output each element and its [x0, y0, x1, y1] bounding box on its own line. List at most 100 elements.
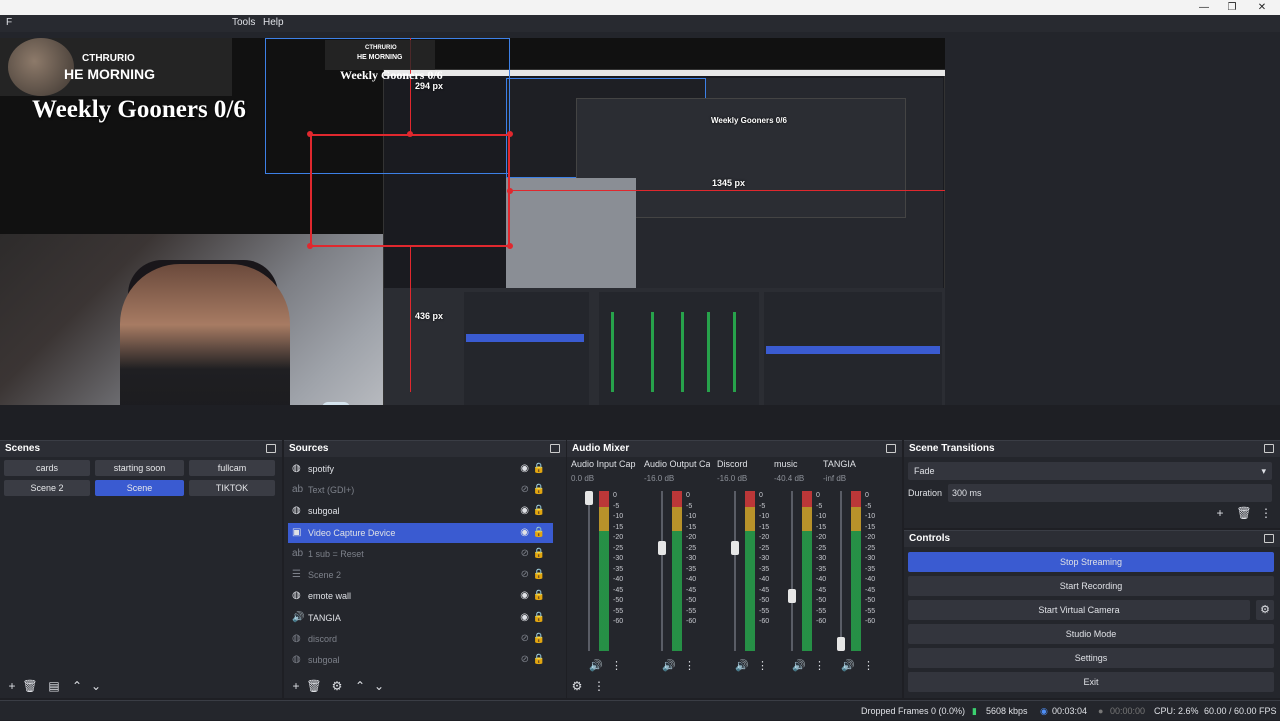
stop-streaming-button[interactable]: Stop Streaming	[908, 552, 1274, 572]
eye-hidden-icon[interactable]: ⊘	[521, 629, 529, 649]
eye-icon[interactable]: ◉	[520, 501, 529, 521]
mute-speaker-icon[interactable]: 🔊	[589, 659, 603, 672]
lock-icon[interactable]: 🔒	[533, 565, 545, 585]
settings-button[interactable]: Settings	[908, 648, 1274, 668]
nested-overlay-name: CTHRURIO	[365, 45, 397, 51]
source-1-sub-reset[interactable]: ab 1 sub = Reset ⊘ 🔒	[288, 544, 553, 564]
move-down-button[interactable]: ⌄	[371, 679, 387, 693]
mixer-menu-icon[interactable]: ⋮	[591, 679, 607, 693]
eye-hidden-icon[interactable]: ⊘	[521, 544, 529, 564]
remove-transition-button[interactable]: 🗑	[1236, 506, 1252, 520]
close-icon[interactable]: ✕	[1248, 0, 1276, 15]
preview-canvas[interactable]: Weekly Gooners 0/6 294 px 1345 px 436 px…	[0, 38, 945, 405]
menu-help[interactable]: Help	[263, 17, 284, 28]
undock-icon[interactable]	[1264, 444, 1274, 453]
volume-fader-knob[interactable]	[658, 540, 666, 555]
lock-icon[interactable]: 🔒	[533, 501, 545, 521]
volume-fader-knob[interactable]	[731, 540, 739, 555]
source-video-capture-device[interactable]: ▣ Video Capture Device ◉ 🔒	[288, 523, 553, 543]
volume-fader-knob[interactable]	[837, 637, 845, 651]
source-tangia[interactable]: 🔊 TANGIA ◉ 🔒	[288, 608, 553, 628]
scene-tiktok[interactable]: TIKTOK	[189, 480, 275, 496]
move-up-button[interactable]: ⌃	[69, 679, 85, 693]
volume-fader-track[interactable]	[840, 491, 842, 651]
add-source-button[interactable]: +	[288, 679, 304, 693]
mute-speaker-icon[interactable]: 🔊	[662, 659, 676, 672]
add-transition-button[interactable]: +	[1212, 506, 1228, 520]
resize-handle[interactable]	[507, 131, 513, 137]
undock-icon[interactable]	[1264, 534, 1274, 543]
source-subgoal[interactable]: ◍ subgoal ◉ 🔒	[288, 501, 553, 521]
duration-input[interactable]: 300 ms	[948, 484, 1272, 502]
volume-fader-knob[interactable]	[788, 588, 796, 603]
lock-icon[interactable]: 🔒	[533, 586, 545, 606]
eye-hidden-icon[interactable]: ⊘	[521, 565, 529, 585]
menu-tools[interactable]: Tools	[232, 17, 255, 28]
eye-icon[interactable]: ◉	[520, 608, 529, 628]
source-spotify[interactable]: ◍ spotify ◉ 🔒	[288, 459, 553, 479]
channel-menu-icon[interactable]: ⋮	[611, 659, 622, 672]
add-scene-button[interactable]: +	[4, 679, 20, 693]
volume-fader-track[interactable]	[661, 491, 663, 651]
scale-tick: -15	[686, 523, 697, 531]
eye-icon[interactable]: ◉	[520, 586, 529, 606]
eye-hidden-icon[interactable]: ⊘	[521, 650, 529, 670]
virtual-camera-settings-icon[interactable]: ⚙	[1256, 600, 1274, 620]
volume-fader-track[interactable]	[734, 491, 736, 651]
source-discord[interactable]: ◍ discord ⊘ 🔒	[288, 629, 553, 649]
source-emote-wall[interactable]: ◍ emote wall ◉ 🔒	[288, 586, 553, 606]
scene-fullcam[interactable]: fullcam	[189, 460, 275, 476]
selection-box-red[interactable]	[310, 134, 510, 247]
scene-cards[interactable]: cards	[4, 460, 90, 476]
resize-handle[interactable]	[307, 243, 313, 249]
resize-handle[interactable]	[307, 131, 313, 137]
advanced-audio-icon[interactable]: ⚙	[569, 679, 585, 693]
restore-icon[interactable]: ❐	[1218, 0, 1246, 15]
move-up-button[interactable]: ⌃	[352, 679, 368, 693]
eye-icon[interactable]: ◉	[520, 459, 529, 479]
source-properties-button[interactable]: ⚙	[329, 679, 345, 693]
transition-menu-icon[interactable]: ⋮	[1258, 506, 1274, 520]
lock-icon[interactable]: 🔒	[533, 650, 545, 670]
studio-mode-button[interactable]: Studio Mode	[908, 624, 1274, 644]
transition-select[interactable]: Fade ▾	[908, 462, 1272, 480]
eye-hidden-icon[interactable]: ⊘	[521, 480, 529, 500]
lock-icon[interactable]: 🔒	[533, 608, 545, 628]
lock-icon[interactable]: 🔒	[533, 629, 545, 649]
scene-scene[interactable]: Scene	[95, 480, 184, 496]
lock-icon[interactable]: 🔒	[533, 459, 545, 479]
channel-menu-icon[interactable]: ⋮	[684, 659, 695, 672]
exit-button[interactable]: Exit	[908, 672, 1274, 692]
menu-file[interactable]: F	[6, 17, 12, 28]
preview-area[interactable]: Weekly Gooners 0/6 294 px 1345 px 436 px…	[0, 32, 1280, 405]
resize-handle[interactable]	[507, 243, 513, 249]
volume-fader-knob[interactable]	[585, 491, 593, 505]
remove-source-button[interactable]: 🗑	[306, 679, 322, 693]
mute-speaker-icon[interactable]: 🔊	[792, 659, 806, 672]
start-virtual-camera-button[interactable]: Start Virtual Camera	[908, 600, 1250, 620]
eye-icon[interactable]: ◉	[520, 523, 529, 543]
source-scene-2[interactable]: ☰ Scene 2 ⊘ 🔒	[288, 565, 553, 585]
undock-icon[interactable]	[550, 444, 560, 453]
undock-icon[interactable]	[886, 444, 896, 453]
undock-icon[interactable]	[266, 444, 276, 453]
remove-scene-button[interactable]: 🗑	[22, 679, 38, 693]
lock-icon[interactable]: 🔒	[533, 480, 545, 500]
mute-speaker-icon[interactable]: 🔊	[735, 659, 749, 672]
filter-scene-button[interactable]: ▤	[46, 679, 62, 693]
minimize-icon[interactable]: —	[1190, 0, 1218, 15]
mute-speaker-icon[interactable]: 🔊	[841, 659, 855, 672]
source-text-gdi[interactable]: ab Text (GDI+) ⊘ 🔒	[288, 480, 553, 500]
scene-starting-soon[interactable]: starting soon	[95, 460, 184, 476]
channel-menu-icon[interactable]: ⋮	[757, 659, 768, 672]
start-recording-button[interactable]: Start Recording	[908, 576, 1274, 596]
lock-icon[interactable]: 🔒	[533, 523, 545, 543]
move-down-button[interactable]: ⌄	[88, 679, 104, 693]
channel-menu-icon[interactable]: ⋮	[863, 659, 874, 672]
lock-icon[interactable]: 🔒	[533, 544, 545, 564]
volume-fader-track[interactable]	[588, 491, 590, 651]
source-subgoal-2[interactable]: ◍ subgoal ⊘ 🔒	[288, 650, 553, 670]
resize-handle[interactable]	[507, 188, 513, 194]
scene-scene-2[interactable]: Scene 2	[4, 480, 90, 496]
volume-fader-track[interactable]	[791, 491, 793, 651]
